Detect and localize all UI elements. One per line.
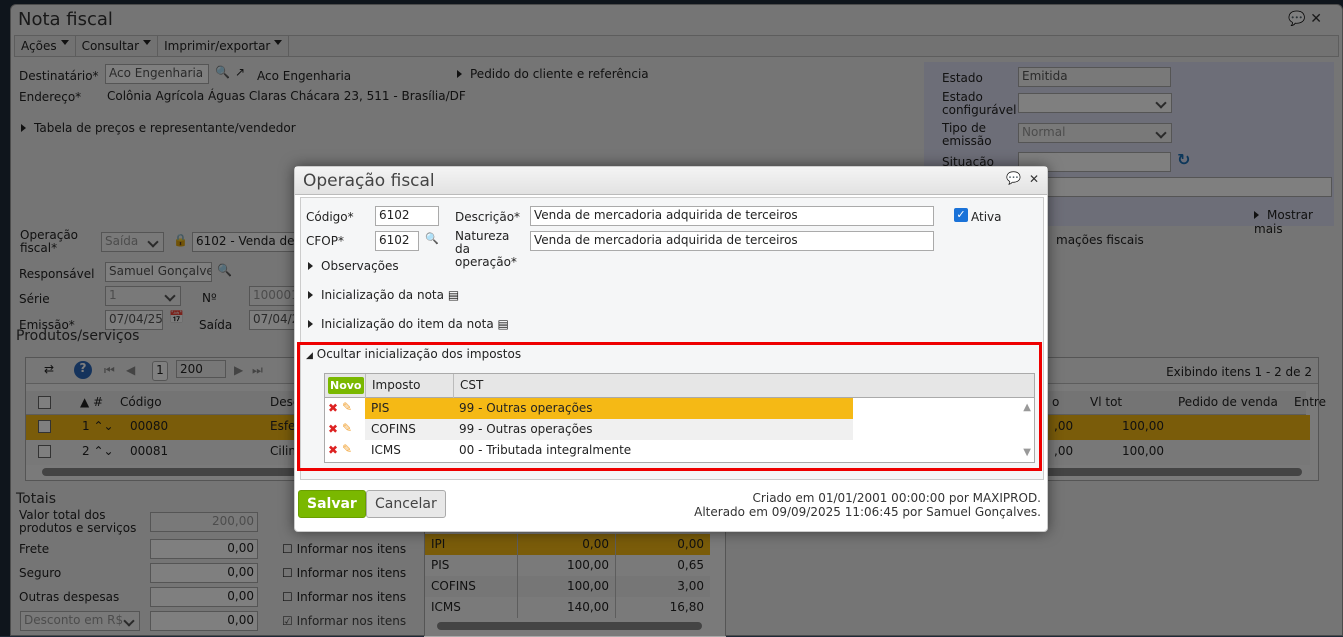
row-imposto: COFINS <box>371 422 416 436</box>
operacao-fiscal-dialog: Operação fiscal 💬 ✕ Código* 6102 CFOP* 6… <box>294 166 1048 532</box>
ativa-checkbox[interactable]: ✓ <box>954 208 968 222</box>
delete-icon[interactable]: ✖ <box>328 401 338 415</box>
toggle-label: Observações <box>321 259 399 273</box>
delete-icon[interactable]: ✖ <box>328 422 338 436</box>
tax-row[interactable]: ✖ ✎ ICMS 00 - Tributada integralmente <box>325 440 1018 461</box>
row-bg <box>365 398 853 419</box>
triangle-right-icon <box>308 262 317 270</box>
init-nota-toggle[interactable]: Inicialização da nota ▤ <box>308 288 459 302</box>
cancelar-button[interactable]: Cancelar <box>366 490 446 518</box>
natureza-label: Natureza da operação* <box>455 229 517 269</box>
row-cst: 99 - Outras operações <box>459 422 593 436</box>
cfop-input[interactable]: 6102 <box>375 231 419 251</box>
row-cst: 99 - Outras operações <box>459 401 593 415</box>
descricao-input[interactable]: Venda de mercadoria adquirida de terceir… <box>530 206 934 226</box>
document-icon: ▤ <box>447 288 460 302</box>
col-imposto[interactable]: Imposto <box>365 374 427 398</box>
speech-bubble-icon[interactable]: 💬 <box>1006 171 1021 185</box>
search-icon[interactable]: 🔍 <box>425 232 439 245</box>
row-cst: 00 - Tributada integralmente <box>459 443 632 457</box>
impostos-section-highlight: ◢ Ocultar inicialização dos impostos Nov… <box>297 342 1042 471</box>
toggle-label: Inicialização da nota <box>321 288 444 302</box>
dialog-title: Operação fiscal <box>303 171 435 191</box>
edit-pencil-icon[interactable]: ✎ <box>342 400 352 414</box>
scroll-down-icon[interactable]: ▼ <box>1023 447 1031 458</box>
descricao-label: Descrição* <box>455 210 521 224</box>
init-item-toggle[interactable]: Inicialização do item da nota ▤ <box>308 317 509 331</box>
codigo-label: Código* <box>306 210 354 224</box>
toggle-label: Inicialização do item da nota <box>321 317 494 331</box>
ativa-label: Ativa <box>971 210 1002 224</box>
edit-pencil-icon[interactable]: ✎ <box>342 421 352 435</box>
natureza-input[interactable]: Venda de mercadoria adquirida de terceir… <box>530 231 934 251</box>
criado-info: Criado em 01/01/2001 00:00:00 por MAXIPR… <box>752 491 1041 505</box>
toggle-label: Ocultar inicialização dos impostos <box>316 347 522 361</box>
delete-icon[interactable]: ✖ <box>328 443 338 457</box>
close-icon[interactable]: ✕ <box>1029 172 1039 186</box>
dialog-titlebar: Operação fiscal 💬 ✕ <box>295 167 1047 195</box>
cfop-label: CFOP* <box>306 234 344 248</box>
triangle-right-icon <box>308 320 317 328</box>
codigo-input[interactable]: 6102 <box>375 206 439 226</box>
col-cst[interactable]: CST <box>453 374 1018 398</box>
document-icon: ▤ <box>497 317 509 331</box>
triangle-right-icon <box>308 291 317 299</box>
scroll-up-icon[interactable]: ▲ <box>1023 402 1031 413</box>
row-imposto: ICMS <box>371 443 401 457</box>
ocultar-impostos-toggle[interactable]: ◢ Ocultar inicialização dos impostos <box>306 347 521 361</box>
grid-header: Novo Imposto CST <box>325 374 1034 398</box>
edit-pencil-icon[interactable]: ✎ <box>342 442 352 456</box>
triangle-down-icon: ◢ <box>306 351 313 361</box>
row-bg <box>365 419 853 440</box>
observacoes-toggle[interactable]: Observações <box>308 259 399 273</box>
tax-row[interactable]: ✖ ✎ COFINS 99 - Outras operações <box>325 419 1018 440</box>
alterado-info: Alterado em 09/09/2025 11:06:45 por Samu… <box>694 505 1041 519</box>
impostos-grid: Novo Imposto CST ✖ ✎ PIS 99 - Outras ope… <box>324 373 1035 463</box>
salvar-button[interactable]: Salvar <box>298 490 366 518</box>
novo-button[interactable]: Novo <box>328 377 364 394</box>
row-imposto: PIS <box>371 401 390 415</box>
tax-row[interactable]: ✖ ✎ PIS 99 - Outras operações <box>325 398 1018 419</box>
